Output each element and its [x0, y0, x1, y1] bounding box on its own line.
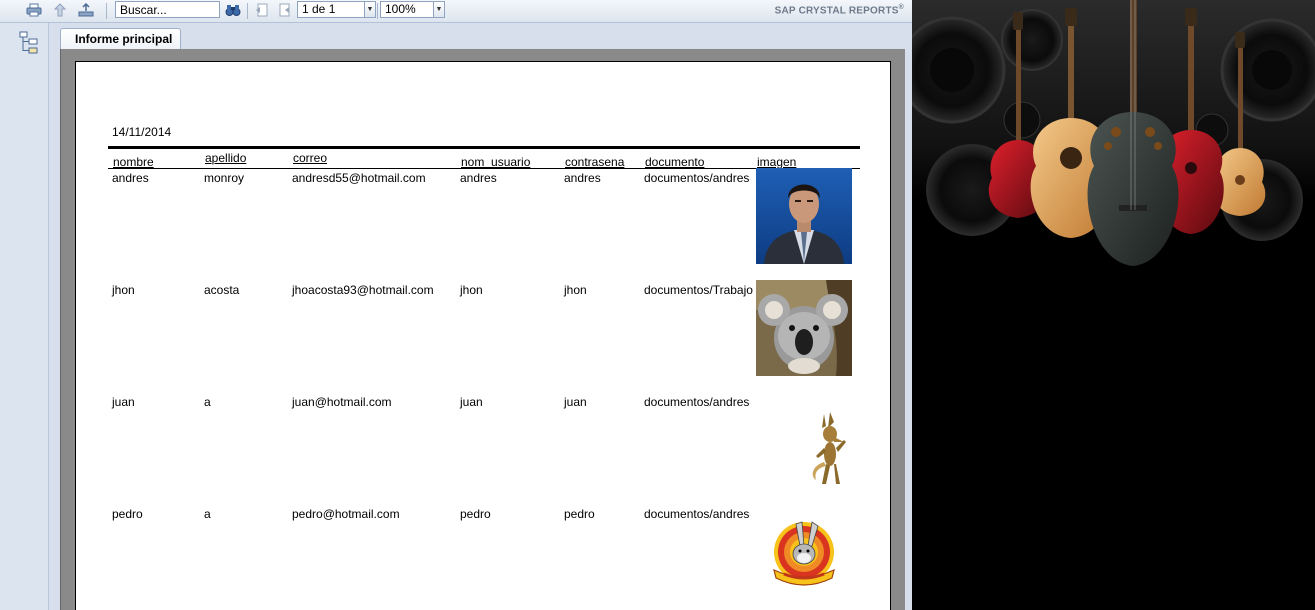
cell-nombre: jhon: [112, 283, 135, 297]
chevron-down-icon[interactable]: ▼: [434, 1, 445, 18]
cell-nom-usuario: pedro: [460, 507, 491, 521]
report-canvas: 14/11/2014 nombre apellido correo nom_us…: [60, 49, 905, 610]
cell-nom-usuario: andres: [460, 171, 497, 185]
prev-page-icon[interactable]: [274, 1, 294, 19]
tab-informe-principal[interactable]: Informe principal: [60, 28, 182, 50]
guitar-banner: [912, 0, 1315, 610]
cell-apellido: acosta: [204, 283, 240, 297]
export-icon[interactable]: [50, 1, 70, 19]
column-header-contrasena: contrasena: [565, 155, 625, 169]
column-header-documento: documento: [645, 155, 705, 169]
toolbar-separator: [377, 3, 378, 19]
cell-documento: documentos/andres: [644, 507, 750, 521]
tab-bar: Informe principal: [49, 23, 912, 50]
portrait-photo: [756, 168, 852, 264]
cell-correo: andresd55@hotmail.com: [292, 171, 426, 185]
first-page-icon[interactable]: [252, 1, 272, 19]
cell-apellido: a: [204, 507, 211, 521]
page-number-field[interactable]: 1 de 1: [297, 1, 365, 18]
coyote-cartoon: [756, 392, 852, 488]
cell-apellido: a: [204, 395, 211, 409]
looney-tunes-logo: [756, 504, 852, 600]
report-viewer: 1 de 1 ▼ 100% ▼ SAP CRYSTAL REPORTS® Inf…: [0, 0, 912, 610]
brand-logo: SAP CRYSTAL REPORTS®: [775, 4, 904, 16]
column-header-nombre: nombre: [113, 155, 154, 169]
report-date: 14/11/2014: [112, 125, 172, 139]
side-panel: [0, 23, 49, 610]
cell-nombre: juan: [112, 395, 135, 409]
print-icon[interactable]: [24, 1, 44, 19]
cell-correo: pedro@hotmail.com: [292, 507, 400, 521]
cell-documento: documentos/andres: [644, 395, 750, 409]
column-header-correo: correo: [293, 151, 328, 165]
toolbar-separator: [106, 3, 107, 19]
toolbar: 1 de 1 ▼ 100% ▼ SAP CRYSTAL REPORTS®: [0, 0, 912, 23]
upload-icon[interactable]: [76, 1, 96, 19]
search-input[interactable]: [115, 1, 220, 18]
cell-contrasena: pedro: [564, 507, 595, 521]
koala-photo: [756, 280, 852, 376]
brand-mark: ®: [898, 4, 904, 11]
cell-contrasena: jhon: [564, 283, 587, 297]
zoom-select[interactable]: 100%: [380, 1, 434, 18]
column-header-nom-usuario: nom_usuario: [461, 155, 531, 169]
chevron-down-icon[interactable]: ▼: [365, 1, 376, 18]
binoculars-icon[interactable]: [223, 1, 243, 19]
cell-nombre: andres: [112, 171, 149, 185]
cell-nombre: pedro: [112, 507, 143, 521]
cell-documento: documentos/Trabajo: [644, 283, 753, 297]
header-rule: [108, 146, 860, 149]
cell-nom-usuario: jhon: [460, 283, 483, 297]
cell-correo: juan@hotmail.com: [292, 395, 392, 409]
cell-nom-usuario: juan: [460, 395, 483, 409]
cell-contrasena: juan: [564, 395, 587, 409]
cell-apellido: monroy: [204, 171, 245, 185]
report-page: 14/11/2014 nombre apellido correo nom_us…: [75, 61, 891, 610]
toolbar-separator: [247, 3, 248, 19]
cell-correo: jhoacosta93@hotmail.com: [292, 283, 434, 297]
cell-contrasena: andres: [564, 171, 601, 185]
column-header-imagen: imagen: [757, 155, 797, 169]
column-header-apellido: apellido: [205, 151, 247, 165]
brand-text: SAP CRYSTAL REPORTS: [774, 5, 899, 17]
cell-documento: documentos/andres: [644, 171, 750, 185]
group-tree-icon[interactable]: [18, 31, 40, 55]
